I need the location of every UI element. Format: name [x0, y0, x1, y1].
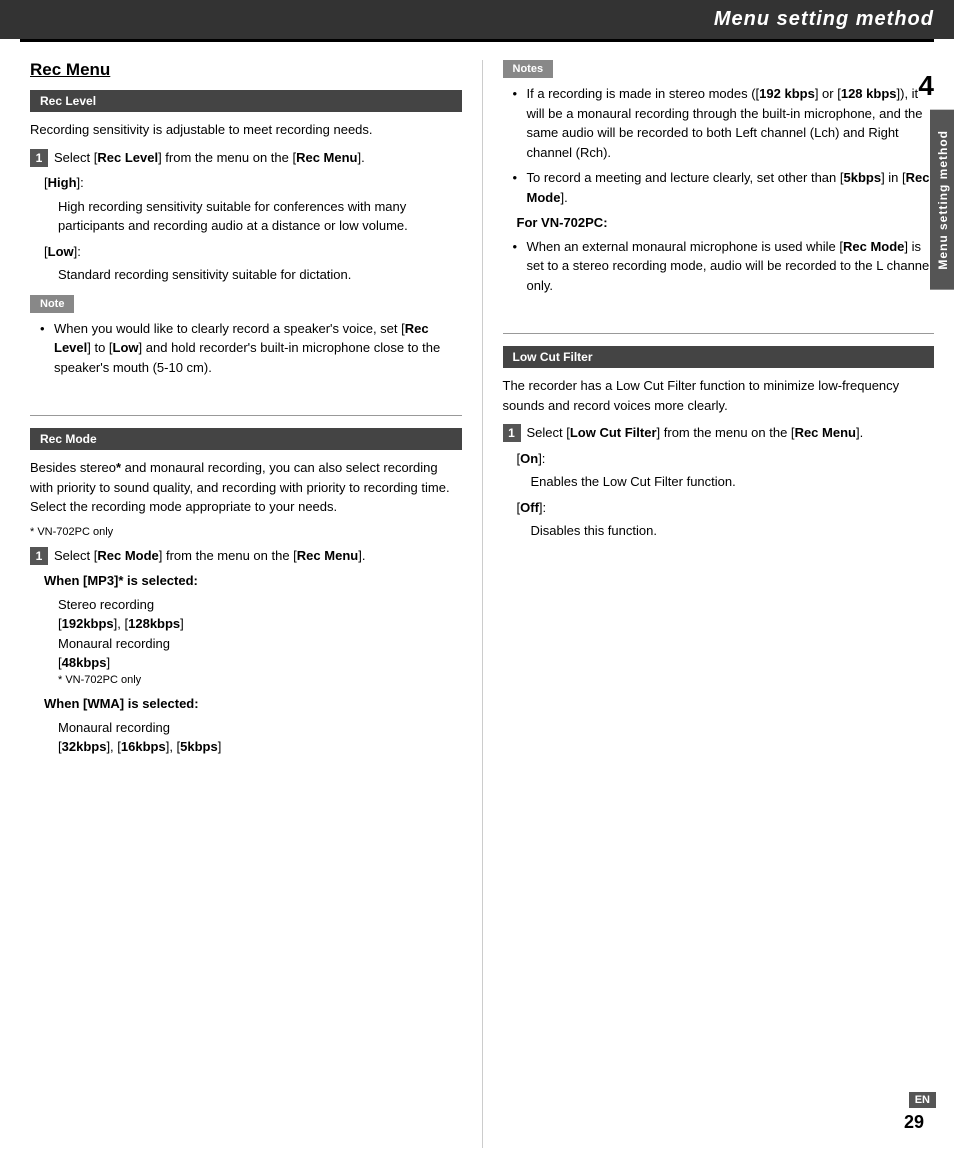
main-content: Rec Menu Rec Level Recording sensitivity… [0, 42, 954, 1148]
for-vn-heading: For VN-702PC: [517, 213, 935, 233]
mp3-stereo-opts: [192kbps], [128kbps] [58, 614, 462, 634]
divider1 [30, 415, 462, 416]
spacer3 [30, 383, 462, 393]
rec-mode-step1-text: Select [Rec Mode] from the menu on the [… [54, 546, 462, 566]
low-cut-filter-step1: 1 Select [Low Cut Filter] from the menu … [503, 423, 935, 443]
high-label: [High]: [44, 173, 462, 193]
step-num-1: 1 [30, 149, 48, 167]
wma-mono-opts: [32kbps], [16kbps], [5kbps] [58, 737, 462, 757]
low-desc: Standard recording sensitivity suitable … [58, 265, 462, 285]
step-num-3: 1 [503, 424, 521, 442]
rec-menu-bold: Rec Menu [296, 150, 357, 165]
wma-mono: Monaural recording [58, 718, 462, 738]
page-number: 29 [904, 1112, 924, 1133]
rec-mode-intro: Besides stereo* and monaural recording, … [30, 458, 462, 517]
rec-mode-footnote: * VN-702PC only [30, 525, 462, 540]
chapter-number: 4 [918, 70, 934, 102]
off-label: [Off]: [517, 498, 935, 518]
spacer7 [503, 301, 935, 311]
wma-heading-bold: When [WMA] is selected: [44, 696, 199, 711]
rec-menu-title: Rec Menu [30, 60, 462, 80]
high-desc: High recording sensitivity suitable for … [58, 197, 462, 236]
rec-level-intro: Recording sensitivity is adjustable to m… [30, 120, 462, 140]
side-tab: Menu setting method [930, 110, 954, 290]
rec-level-step1: 1 Select [Rec Level] from the menu on th… [30, 148, 462, 168]
for-vn-bold: For VN-702PC: [517, 215, 608, 230]
page-header: Menu setting method [0, 0, 954, 39]
spacer8 [503, 311, 935, 321]
mp3-footnote: * VN-702PC only [58, 673, 462, 688]
for-vn-bullet: When an external monaural microphone is … [513, 237, 935, 296]
wma-heading: When [WMA] is selected: [44, 694, 462, 714]
notes-bar: Notes [503, 60, 554, 78]
low-label: [Low]: [44, 242, 462, 262]
right-column: Notes If a recording is made in stereo m… [483, 60, 954, 1148]
mp3-stereo: Stereo recording [58, 595, 462, 615]
low-cut-filter-intro: The recorder has a Low Cut Filter functi… [503, 376, 935, 415]
rec-level-bold: Rec Level [97, 150, 158, 165]
note-bar: Note [30, 295, 74, 313]
notes-bullet1: If a recording is made in stereo modes (… [513, 84, 935, 162]
mp3-mono-opts: [48kbps] [58, 653, 462, 673]
rec-mode-bar: Rec Mode [30, 428, 462, 450]
off-desc: Disables this function. [531, 521, 935, 541]
note-bullet1: When you would like to clearly record a … [40, 319, 462, 378]
on-label: [On]: [517, 449, 935, 469]
mp3-mono: Monaural recording [58, 634, 462, 654]
low-cut-filter-step1-text: Select [Low Cut Filter] from the menu on… [527, 423, 935, 443]
spacer2 [30, 285, 462, 295]
step-num-2: 1 [30, 547, 48, 565]
rec-level-step1-text: Select [Rec Level] from the menu on the … [54, 148, 462, 168]
left-column: Rec Menu Rec Level Recording sensitivity… [0, 60, 483, 1148]
en-badge: EN [909, 1092, 936, 1108]
header-title: Menu setting method [714, 8, 934, 30]
notes-bullet2: To record a meeting and lecture clearly,… [513, 168, 935, 207]
divider2 [503, 333, 935, 334]
rec-mode-step1: 1 Select [Rec Mode] from the menu on the… [30, 546, 462, 566]
spacer4 [30, 393, 462, 403]
on-desc: Enables the Low Cut Filter function. [531, 472, 935, 492]
low-cut-filter-bar: Low Cut Filter [503, 346, 935, 368]
mp3-heading-bold: When [MP3]* is selected: [44, 573, 198, 588]
rec-level-bar: Rec Level [30, 90, 462, 112]
mp3-heading: When [MP3]* is selected: [44, 571, 462, 591]
